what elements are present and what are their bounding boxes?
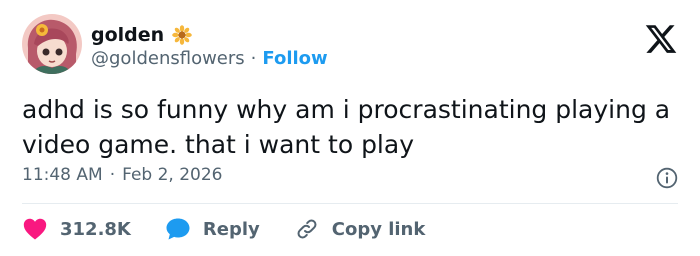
user-handle[interactable]: @goldensflowers <box>91 48 245 69</box>
separator-dot: · <box>109 165 116 185</box>
divider <box>22 203 678 204</box>
reply-icon <box>165 216 191 242</box>
tweet-timestamp[interactable]: 11:48 AM · Feb 2, 2026 <box>22 165 223 185</box>
copy-link-button[interactable]: Copy link <box>294 216 426 242</box>
like-button[interactable]: 312.8K <box>22 216 131 242</box>
avatar[interactable] <box>22 14 82 74</box>
copy-link-label: Copy link <box>331 218 426 240</box>
name-row: golden <box>91 24 192 46</box>
heart-icon <box>22 216 48 242</box>
reply-button[interactable]: Reply <box>165 216 260 242</box>
sunflower-icon <box>172 25 192 45</box>
link-icon <box>294 216 320 242</box>
follow-button[interactable]: Follow <box>262 48 327 69</box>
x-logo-icon[interactable] <box>644 22 678 56</box>
reply-label: Reply <box>202 218 260 240</box>
tweet-time[interactable]: 11:48 AM <box>22 165 103 185</box>
display-name[interactable]: golden <box>91 24 164 46</box>
info-icon[interactable] <box>656 167 678 189</box>
action-bar: 312.8K Reply Copy link <box>22 212 459 246</box>
tweet-card: golden @goldensflowers · Follow adhd is … <box>0 0 700 256</box>
like-count: 312.8K <box>60 218 131 240</box>
separator-dot: · <box>250 48 257 69</box>
tweet-date[interactable]: Feb 2, 2026 <box>122 165 222 185</box>
handle-row: @goldensflowers · Follow <box>91 48 328 69</box>
tweet-text: adhd is so funny why am i procrastinatin… <box>22 95 671 159</box>
